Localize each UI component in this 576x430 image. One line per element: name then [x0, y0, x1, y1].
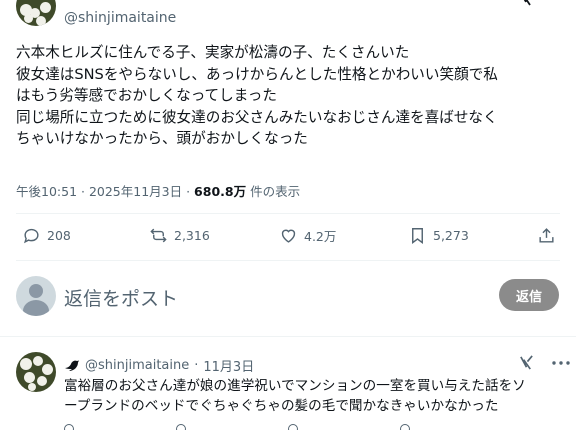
repost-count: 2,316 — [174, 228, 210, 243]
post-text-line: ちゃいけなかったから、頭がおかしくなった — [16, 130, 308, 147]
share-upload-icon — [539, 228, 554, 243]
post-text-line: 同じ場所に立つために彼女達のお父さんみたいなおじさん達を喜ばせなく — [16, 108, 498, 126]
post-header: @shinjimaitaine · 11月3日 — [64, 356, 254, 375]
like-action[interactable]: 4.2万 — [279, 226, 336, 245]
post-meta: 午後10:51 · 2025年11月3日 · 680.8万 件の表示 — [16, 181, 300, 200]
speech-bubble-icon — [24, 228, 39, 244]
grok-icon[interactable] — [519, 0, 535, 6]
views-action[interactable] — [400, 424, 410, 430]
post-text-line: 彼女達はSNSをやらないし、あっけからんとした性格とかわいい笑顔で私 — [16, 65, 498, 83]
reply-action[interactable] — [64, 424, 74, 430]
post-date[interactable]: 11月3日 — [203, 356, 254, 375]
post-text-line: 六本木ヒルズに住んでる子、実家が松濤の子、たくさんいた — [16, 44, 410, 61]
views-count: 680.8万 — [194, 184, 247, 199]
action-bar: 208 2,316 4.2万 5,273 — [0, 222, 576, 252]
views-label: 件の表示 — [246, 184, 301, 199]
post-text: 六本木ヒルズに住んでる子、実家が松濤の子、たくさんいた 彼女達はSNSをやらない… — [16, 42, 564, 150]
like-action[interactable] — [288, 424, 298, 430]
post-text-line: ープランドのベッドでぐちゃぐちゃの髪の毛で聞かなきゃいかなかった — [64, 398, 499, 414]
divider — [16, 213, 560, 214]
post-text: 富裕層のお父さん達が娘の進学祝いでマンションの一室を買い与えた話をソ ープランド… — [64, 376, 564, 416]
reply-action[interactable]: 208 — [22, 226, 71, 245]
share-action[interactable] — [537, 226, 556, 245]
bookmark-action[interactable]: 5,273 — [408, 226, 469, 245]
more-dots-icon[interactable] — [552, 360, 570, 365]
post-header-icons — [519, 355, 570, 370]
repost-action[interactable] — [176, 424, 186, 430]
post-timestamp[interactable]: 午後10:51 · 2025年11月3日 · — [16, 184, 194, 199]
next-action-bar — [64, 424, 564, 430]
author-avatar[interactable] — [16, 352, 56, 392]
post-text-line: 富裕層のお父さん達が娘の進学祝いでマンションの一室を買い与えた話をソ — [64, 378, 526, 394]
reply-count: 208 — [47, 228, 71, 243]
separator-dot: · — [194, 358, 199, 373]
reply-input[interactable]: 返信をポスト — [64, 284, 178, 311]
repost-arrows-icon — [150, 228, 167, 243]
bookmark-count: 5,273 — [433, 228, 469, 243]
current-user-avatar — [16, 276, 56, 316]
author-handle[interactable]: @shinjimaitaine — [64, 10, 176, 26]
grok-icon[interactable] — [519, 355, 534, 370]
divider — [0, 336, 576, 337]
bird-icon — [65, 360, 79, 371]
author-avatar[interactable] — [16, 0, 56, 26]
author-handle[interactable]: @shinjimaitaine — [85, 358, 189, 373]
repost-action[interactable]: 2,316 — [149, 226, 210, 245]
reply-button[interactable]: 返信 — [499, 279, 559, 311]
bookmark-icon — [412, 228, 423, 245]
like-count: 4.2万 — [304, 229, 337, 244]
post-text-line: はもう劣等感でおかしくなってしまった — [16, 87, 277, 104]
divider — [16, 260, 560, 261]
heart-icon — [281, 229, 296, 243]
